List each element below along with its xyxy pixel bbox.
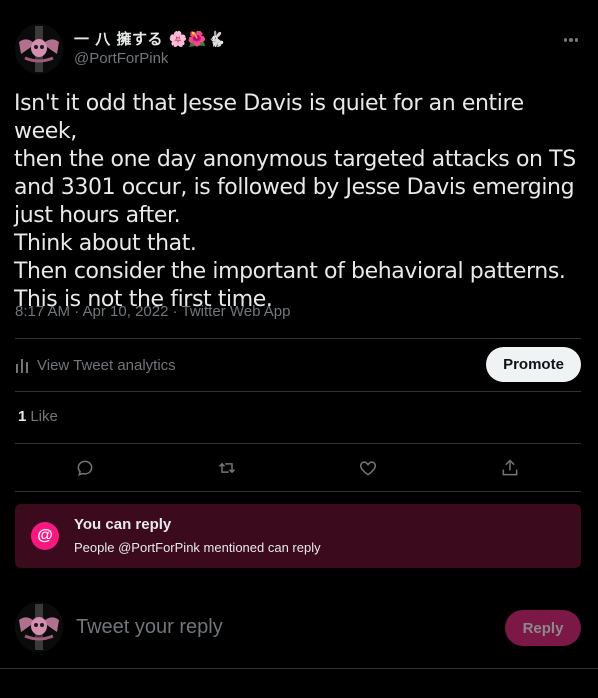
share-icon[interactable] bbox=[498, 456, 522, 480]
pink-skull-avatar-icon bbox=[15, 602, 63, 652]
author-info: 一 八 擁する 🌸🌺🐇 @PortForPink bbox=[74, 29, 226, 69]
pink-skull-avatar-icon bbox=[15, 24, 63, 74]
author-avatar[interactable] bbox=[15, 24, 63, 74]
reply-input[interactable]: Tweet your reply bbox=[76, 616, 223, 639]
retweet-icon[interactable] bbox=[215, 456, 239, 480]
tweet-text: Isn't it odd that Jesse Davis is quiet f… bbox=[14, 91, 576, 312]
reply-restriction-subtitle: People @PortForPink mentioned can reply bbox=[74, 540, 321, 555]
likes-count[interactable]: 1 Like bbox=[18, 406, 58, 428]
more-options-icon[interactable] bbox=[561, 30, 581, 50]
likes-label: Like bbox=[30, 408, 58, 425]
divider bbox=[15, 491, 581, 492]
likes-number: 1 bbox=[18, 408, 27, 425]
reply-restriction-banner: @ You can reply People @PortForPink ment… bbox=[15, 504, 581, 568]
divider bbox=[0, 668, 598, 669]
analytics-label: View Tweet analytics bbox=[37, 356, 176, 374]
reply-icon[interactable] bbox=[73, 456, 97, 480]
author-display-name[interactable]: 一 八 擁する 🌸🌺🐇 bbox=[74, 29, 226, 49]
view-analytics-link[interactable]: View Tweet analytics bbox=[15, 348, 176, 382]
tweet-meta[interactable]: 8:17 AM · Apr 10, 2022 · Twitter Web App bbox=[15, 302, 290, 322]
tweet-action-bar bbox=[15, 452, 581, 484]
author-handle[interactable]: @PortForPink bbox=[74, 49, 226, 69]
analytics-icon bbox=[16, 359, 28, 373]
reply-composer: Tweet your reply Reply bbox=[15, 602, 581, 652]
like-icon[interactable] bbox=[356, 456, 380, 480]
divider bbox=[15, 391, 581, 392]
reply-button[interactable]: Reply bbox=[505, 610, 581, 646]
own-avatar[interactable] bbox=[15, 602, 63, 652]
divider bbox=[15, 338, 581, 339]
tweet-header: 一 八 擁する 🌸🌺🐇 @PortForPink bbox=[15, 24, 583, 76]
reply-restriction-title: You can reply bbox=[74, 516, 172, 533]
mention-at-icon: @ bbox=[31, 522, 59, 550]
divider bbox=[15, 443, 581, 444]
promote-button[interactable]: Promote bbox=[486, 347, 581, 382]
